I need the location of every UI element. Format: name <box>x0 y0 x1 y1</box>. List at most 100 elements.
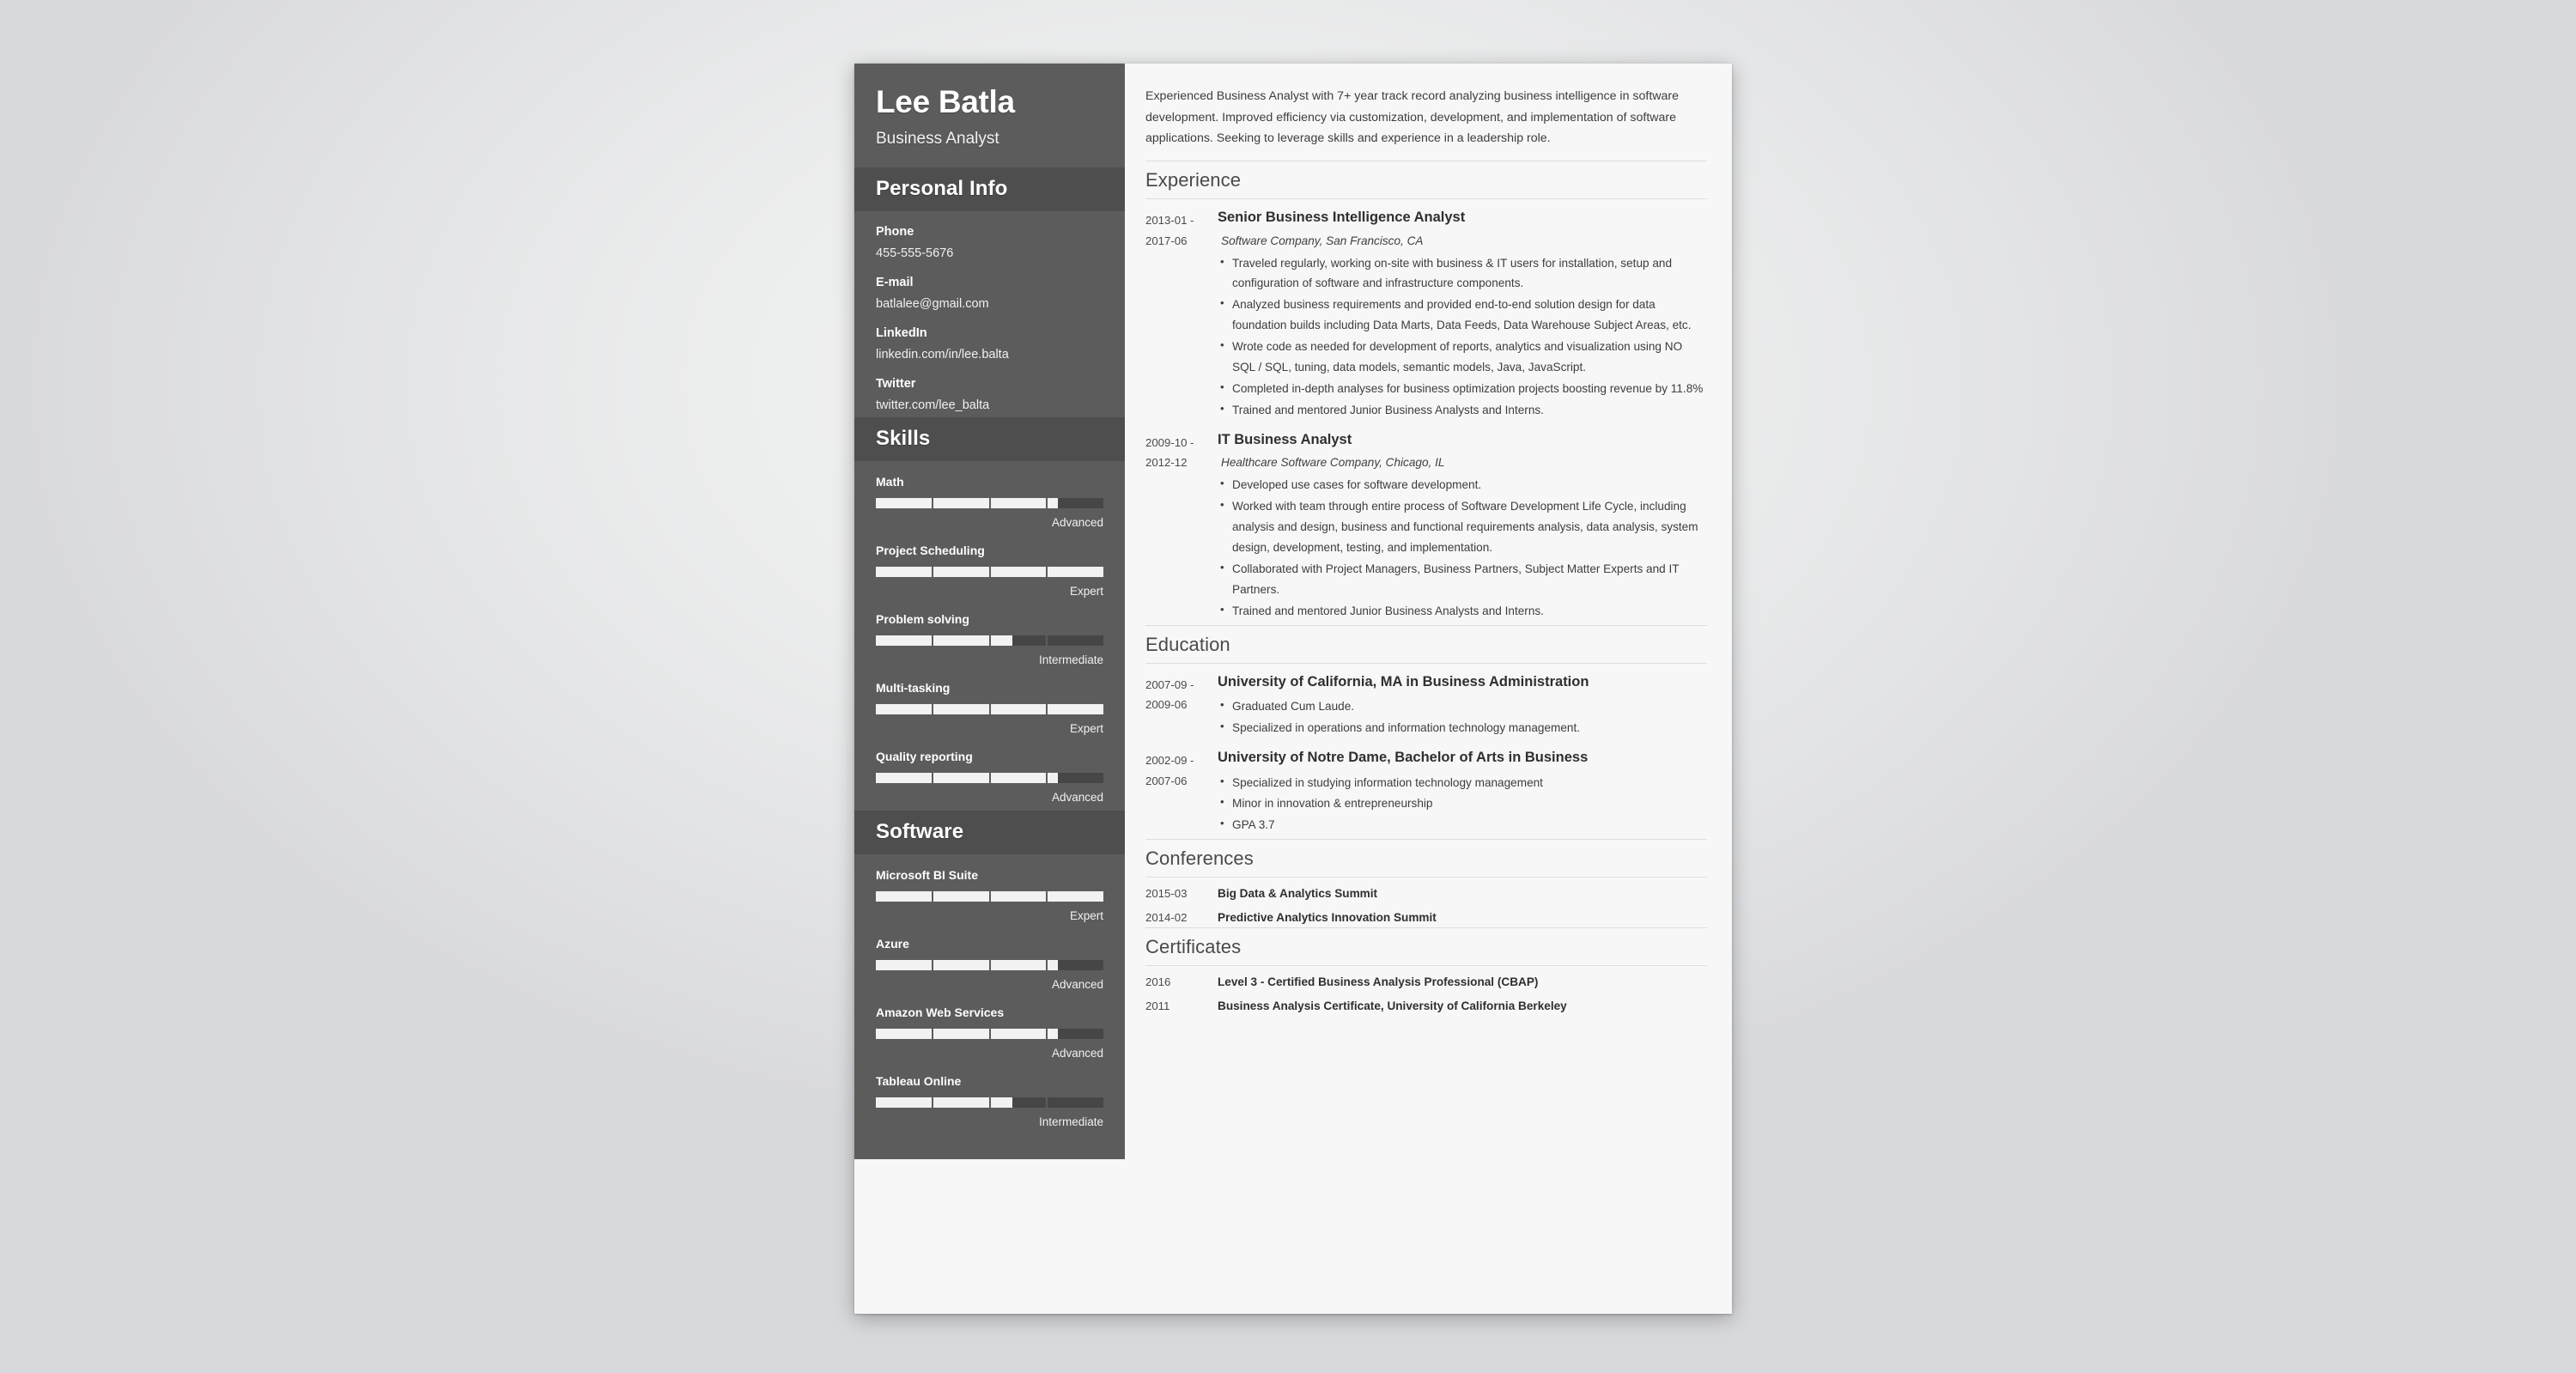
section-title: Conferences <box>1145 839 1707 877</box>
section-education: Education 2007-09 -2009-06 University of … <box>1145 624 1707 836</box>
contact-label: LinkedIn <box>876 325 927 340</box>
section-experience: Experience 2013-01 -2017-06 Senior Busine… <box>1145 161 1707 623</box>
skill-level-label: Intermediate <box>1038 653 1103 666</box>
conference-entry-title: Big Data & Analytics Summit <box>1218 887 1378 901</box>
skill-label: Project Scheduling <box>876 543 985 557</box>
section-header-personal-info: Personal Info <box>854 167 1125 211</box>
skill-level-label: Advanced <box>1051 790 1103 804</box>
certificate-entry-title: Business Analysis Certificate, Universit… <box>1218 999 1567 1013</box>
professional-summary: Experienced Business Analyst with 7+ yea… <box>1145 89 1680 146</box>
experience-bullet: Wrote code as needed for development of … <box>1218 336 1707 378</box>
certificate-entry-date: 2016 <box>1145 975 1171 989</box>
skill-label: Quality reporting <box>876 749 973 763</box>
software-progress-fill <box>876 890 1103 902</box>
software-progress-bar <box>876 890 1103 902</box>
education-entry-bullets: Graduated Cum Laude.Specialized in opera… <box>1218 696 1707 738</box>
software-label: Microsoft BI Suite <box>876 867 979 882</box>
experience-entry-title: IT Business Analyst <box>1218 431 1352 447</box>
experience-entry-bullets: Traveled regularly, working on-site with… <box>1218 252 1707 421</box>
contact-label: E-mail <box>876 275 914 289</box>
certificate-entries: 2016 Level 3 - Certified Business Analysi… <box>1145 975 1707 1012</box>
education-bullet: GPA 3.7 <box>1218 814 1707 835</box>
experience-entry-bullets: Developed use cases for software develop… <box>1218 474 1707 621</box>
skill-row: Problem solving Intermediate <box>876 612 1103 666</box>
contact-item-linkedin: LinkedIn linkedin.com/in/lee.balta <box>876 326 1103 361</box>
section-divider <box>1145 662 1707 664</box>
software-label: Amazon Web Services <box>876 1005 1005 1019</box>
software-progress-fill <box>876 1028 1058 1039</box>
software-progress-fill <box>876 959 1058 970</box>
education-entry-date: 2007-09 -2009-06 <box>1145 677 1194 712</box>
conference-entry-date: 2014-02 <box>1145 911 1188 925</box>
experience-entry-body: Senior Business Intelligence Analyst Soft… <box>1218 209 1707 422</box>
software-label: Azure <box>876 936 909 951</box>
software-level-label: Advanced <box>1051 1046 1103 1060</box>
contact-item-email: E-mail batlalee@gmail.com <box>876 276 1103 311</box>
resume-page: Lee Batla Business Analyst Personal Info… <box>854 64 1732 1314</box>
education-entry-title: University of California, MA in Business… <box>1218 673 1589 690</box>
software-progress-bar <box>876 959 1103 970</box>
education-entry-bullets: Specialized in studying information tech… <box>1218 772 1707 836</box>
skill-row: Math Advanced <box>876 475 1103 529</box>
section-header-label: Software <box>876 819 964 843</box>
contact-item-phone: Phone 455-555-5676 <box>876 225 1103 260</box>
experience-entry: 2009-10 -2012-12 IT Business Analyst Healt… <box>1145 431 1707 623</box>
education-entry: 2002-09 -2007-06 University of Notre Dame… <box>1145 749 1707 836</box>
contact-label: Twitter <box>876 376 916 391</box>
section-title: Experience <box>1145 161 1707 198</box>
software-row: Azure Advanced <box>876 937 1103 991</box>
conference-entry-title: Predictive Analytics Innovation Summit <box>1218 911 1437 925</box>
experience-entries: 2013-01 -2017-06 Senior Business Intellig… <box>1145 209 1707 623</box>
skill-progress-fill <box>876 566 1103 577</box>
skill-row: Project Scheduling Expert <box>876 544 1103 598</box>
section-conferences: Conferences 2015-03 Big Data & Analytics … <box>1145 839 1707 924</box>
experience-bullet: Collaborated with Project Managers, Busi… <box>1218 558 1707 600</box>
experience-entry-title: Senior Business Intelligence Analyst <box>1218 210 1466 226</box>
conference-entries: 2015-03 Big Data & Analytics Summit 2014-0… <box>1145 887 1707 924</box>
experience-entry-date: 2009-10 -2012-12 <box>1145 435 1194 470</box>
experience-entry-company: Software Company, San Francisco, CA <box>1221 234 1424 247</box>
section-divider <box>1145 965 1707 967</box>
section-header-skills: Skills <box>854 416 1125 461</box>
resume-main-column: Experienced Business Analyst with 7+ yea… <box>1125 64 1732 1314</box>
software-label: Tableau Online <box>876 1073 962 1088</box>
candidate-job-title: Business Analyst <box>876 129 999 148</box>
skill-progress-fill <box>876 497 1058 508</box>
software-level-label: Advanced <box>1051 977 1103 991</box>
skill-progress-bar <box>876 703 1103 714</box>
skill-progress-fill <box>876 635 1012 646</box>
section-divider <box>1145 877 1707 878</box>
experience-bullet: Developed use cases for software develop… <box>1218 474 1707 495</box>
contact-value: twitter.com/lee_balta <box>876 398 990 412</box>
skill-label: Multi-tasking <box>876 680 951 695</box>
section-title: Education <box>1145 624 1707 663</box>
experience-bullet: Completed in-depth analyses for business… <box>1218 378 1707 399</box>
skill-progress-bar <box>876 497 1103 508</box>
software-list: Microsoft BI Suite Expert Azure Advanced Ama… <box>854 854 1125 1135</box>
section-header-software: Software <box>854 810 1125 854</box>
software-row: Amazon Web Services Advanced <box>876 1005 1103 1060</box>
education-entry-body: University of California, MA in Business… <box>1218 673 1707 739</box>
certificate-entry-title: Level 3 - Certified Business Analysis Pr… <box>1218 975 1539 989</box>
section-header-label: Personal Info <box>876 176 1008 200</box>
education-entry-body: University of Notre Dame, Bachelor of Ar… <box>1218 749 1707 836</box>
education-entry-date: 2002-09 -2007-06 <box>1145 754 1194 787</box>
certificate-entry-date: 2011 <box>1145 999 1170 1013</box>
experience-entry-body: IT Business Analyst Healthcare Software C… <box>1218 431 1707 623</box>
education-entry: 2007-09 -2009-06 University of California… <box>1145 673 1707 739</box>
skill-label: Math <box>876 474 904 489</box>
contact-label: Phone <box>876 224 914 239</box>
skill-progress-fill <box>876 703 1103 714</box>
sidebar: Lee Batla Business Analyst Personal Info… <box>854 64 1125 1159</box>
software-progress-fill <box>876 1097 1012 1108</box>
skill-label: Problem solving <box>876 611 969 626</box>
conference-entry: 2014-02 Predictive Analytics Innovation S… <box>1145 911 1707 924</box>
software-level-label: Intermediate <box>1038 1115 1103 1128</box>
candidate-name: Lee Batla <box>876 84 1015 119</box>
skill-progress-fill <box>876 772 1058 783</box>
skill-level-label: Expert <box>1069 721 1103 735</box>
education-bullet: Specialized in studying information tech… <box>1218 772 1707 793</box>
software-row: Tableau Online Intermediate <box>876 1074 1103 1128</box>
skill-progress-bar <box>876 566 1103 577</box>
certificate-entry: 2011 Business Analysis Certificate, Unive… <box>1145 999 1707 1012</box>
